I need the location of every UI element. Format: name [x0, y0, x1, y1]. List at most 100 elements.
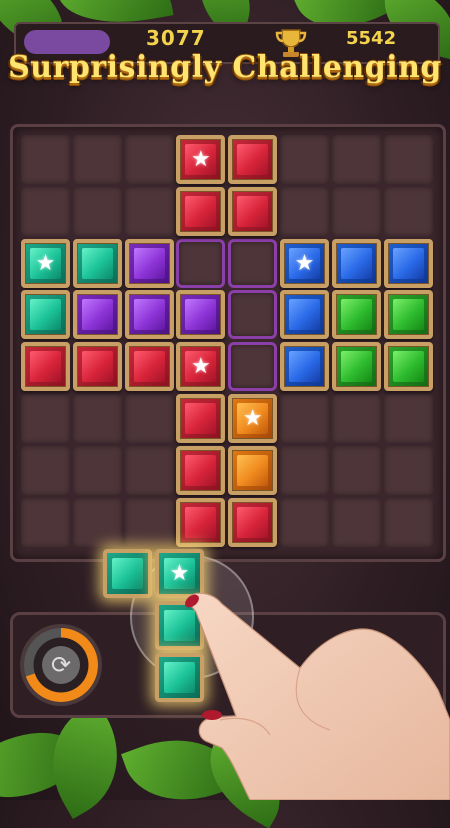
red-gem-block: ★ — [176, 135, 226, 184]
board-cell[interactable] — [331, 394, 381, 443]
gem-face — [185, 299, 217, 331]
gem-face — [340, 351, 372, 383]
gem-face — [237, 454, 269, 486]
teal-gem-block — [72, 238, 122, 288]
gem-face — [164, 662, 195, 693]
board-cell[interactable] — [72, 186, 122, 236]
score-value: 3077 — [146, 26, 206, 50]
teal-gem-block: ★ — [155, 549, 204, 598]
green-gem-block — [383, 290, 433, 340]
blue-gem-block — [331, 238, 381, 288]
gem-face — [30, 299, 61, 331]
star-icon: ★ — [191, 147, 211, 172]
red-gem-block — [228, 497, 278, 547]
blue-gem-block — [280, 290, 329, 340]
board-cell[interactable] — [280, 186, 329, 236]
teal-gem-block — [21, 290, 70, 340]
board-cell[interactable] — [383, 186, 433, 236]
star-icon: ★ — [242, 406, 263, 431]
purple-gem-block — [124, 238, 174, 288]
board-cell[interactable] — [280, 394, 329, 443]
rotate-button[interactable]: ⟳ — [24, 628, 98, 702]
gem-face — [289, 351, 320, 383]
board-cell[interactable] — [331, 445, 381, 495]
gem-face — [185, 454, 217, 486]
board-cell[interactable] — [72, 445, 122, 495]
purple-gem-block — [176, 290, 226, 340]
drop-hint-cell[interactable] — [228, 290, 278, 340]
board-cell[interactable] — [280, 135, 329, 184]
leaf-decoration — [361, 701, 450, 828]
gem-face — [185, 195, 217, 227]
gem-face — [30, 351, 61, 383]
promo-banner-title: Surprisingly Challenging — [8, 50, 442, 85]
red-gem-block — [228, 186, 278, 236]
gem-face — [133, 299, 165, 331]
board-cell[interactable] — [72, 394, 122, 443]
gem-face — [185, 403, 217, 434]
board-cell[interactable] — [383, 135, 433, 184]
gem-face — [81, 351, 113, 383]
board-cell[interactable] — [124, 135, 174, 184]
star-icon: ★ — [191, 354, 211, 380]
gem-face — [112, 558, 143, 589]
gem-face — [237, 195, 269, 227]
teal-gem-block — [155, 653, 204, 702]
gem-face — [392, 351, 424, 383]
board-cell[interactable] — [124, 186, 174, 236]
board-cell[interactable] — [21, 497, 70, 547]
game-board[interactable]: ★ ★ ★ ★ ★ — [10, 124, 446, 562]
board-cell[interactable] — [72, 135, 122, 184]
best-score-value: 5542 — [346, 28, 397, 49]
board-cell[interactable] — [124, 497, 174, 547]
board-cell[interactable] — [383, 497, 433, 547]
board-cell[interactable] — [124, 394, 174, 443]
board-cell[interactable] — [21, 394, 70, 443]
drop-hint-cell[interactable] — [176, 238, 226, 288]
gem-face — [81, 247, 113, 279]
orange-gem-block — [228, 445, 278, 495]
red-gem-block — [176, 394, 226, 443]
gem-face — [237, 506, 269, 538]
teal-gem-block — [103, 549, 152, 598]
green-gem-block — [383, 342, 433, 392]
drop-hint-cell[interactable] — [228, 238, 278, 288]
red-gem-block — [228, 135, 278, 184]
red-gem-block — [176, 186, 226, 236]
board-cell[interactable] — [21, 135, 70, 184]
board-cell[interactable] — [331, 186, 381, 236]
red-gem-block — [124, 342, 174, 392]
board-cell[interactable] — [383, 394, 433, 443]
red-gem-block — [176, 497, 226, 547]
gem-face — [81, 299, 113, 331]
gem-face — [289, 299, 320, 331]
purple-gem-block — [72, 290, 122, 340]
red-gem-block — [72, 342, 122, 392]
rotate-icon: ⟳ — [42, 646, 80, 684]
board-cell[interactable] — [21, 445, 70, 495]
board-cell[interactable] — [21, 186, 70, 236]
green-gem-block — [331, 342, 381, 392]
star-icon: ★ — [294, 250, 315, 276]
board-cell[interactable] — [72, 497, 122, 547]
board-cell[interactable] — [280, 445, 329, 495]
board-cell[interactable] — [383, 445, 433, 495]
gem-face — [392, 299, 424, 331]
gem-face — [237, 144, 269, 175]
gem-face — [133, 247, 165, 279]
gem-face — [340, 299, 372, 331]
star-icon: ★ — [35, 250, 56, 276]
board-cell[interactable] — [280, 497, 329, 547]
blue-gem-block — [280, 342, 329, 392]
red-gem-block — [21, 342, 70, 392]
gem-face — [185, 506, 217, 538]
gem-face — [164, 610, 195, 641]
board-cell[interactable] — [331, 497, 381, 547]
board-cell[interactable] — [124, 445, 174, 495]
red-gem-block: ★ — [176, 342, 226, 392]
drop-hint-cell[interactable] — [228, 342, 278, 392]
board-cell[interactable] — [331, 135, 381, 184]
gem-face — [133, 351, 165, 383]
teal-gem-block: ★ — [21, 238, 70, 288]
purple-gem-block — [124, 290, 174, 340]
